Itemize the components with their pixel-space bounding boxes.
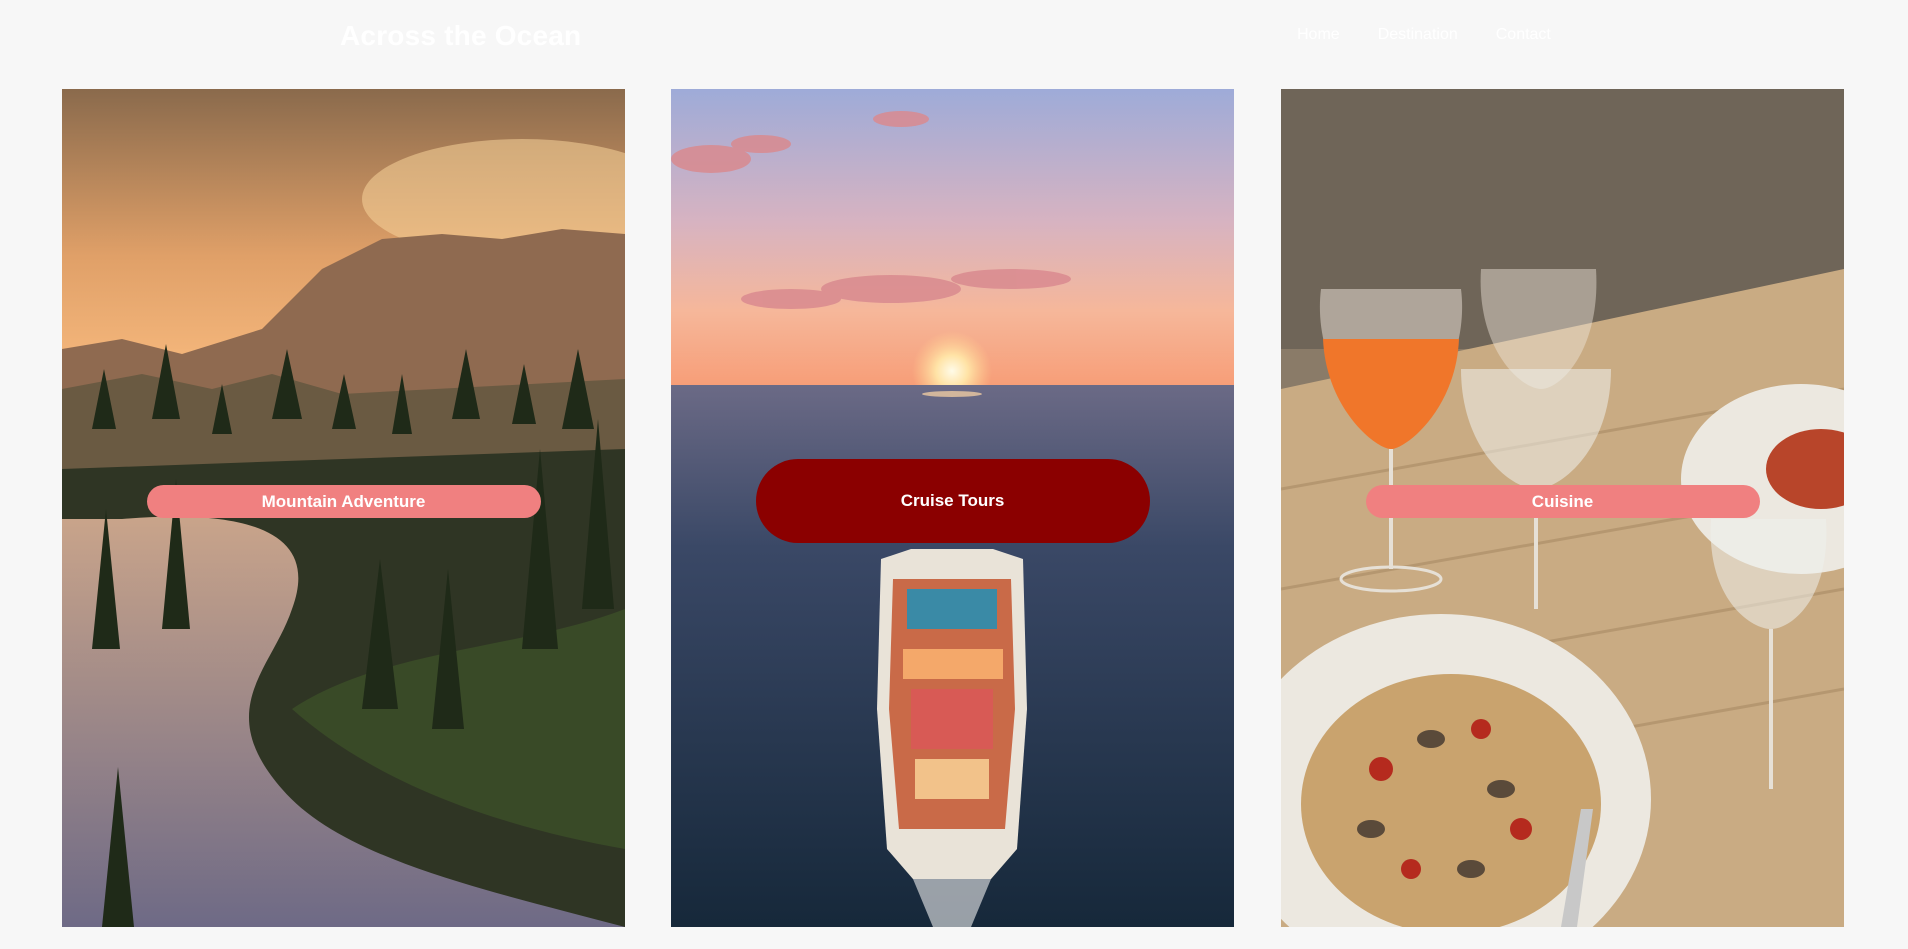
nav-destination-link[interactable]: Destination xyxy=(1378,26,1458,44)
site-title: Across the Ocean xyxy=(340,20,582,51)
card-cuisine[interactable]: Cuisine xyxy=(1281,89,1844,927)
cuisine-button[interactable]: Cuisine xyxy=(1365,485,1760,518)
cruise-tours-button[interactable]: Cruise Tours xyxy=(755,459,1150,543)
card-cruise-tours[interactable]: Cruise Tours xyxy=(671,89,1234,927)
nav-home-link[interactable]: Home xyxy=(1297,26,1340,44)
card-mountain-adventure[interactable]: Mountain Adventure xyxy=(62,89,625,927)
main-nav: Home Destination Contact xyxy=(1297,26,1551,44)
mountain-adventure-button[interactable]: Mountain Adventure xyxy=(146,485,541,518)
nav-contact-link[interactable]: Contact xyxy=(1496,26,1551,44)
